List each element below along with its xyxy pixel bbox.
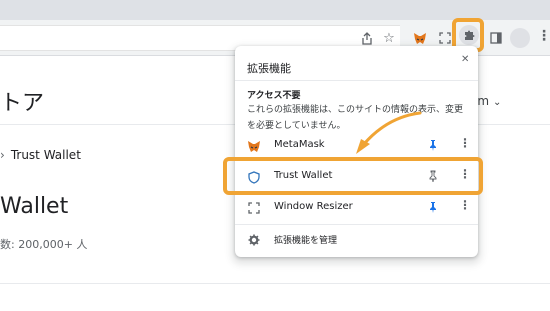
tab-strip [0, 0, 550, 20]
manage-extensions-row[interactable]: 拡張機能を管理 [235, 226, 478, 254]
extensions-puzzle-icon[interactable] [459, 25, 479, 45]
profile-avatar[interactable] [510, 28, 530, 48]
sidebar-icon[interactable] [488, 30, 504, 46]
share-icon[interactable] [359, 30, 375, 46]
pin-icon[interactable] [426, 200, 440, 214]
bookmark-star-icon[interactable]: ☆ [381, 30, 397, 46]
page-title: トア [0, 91, 45, 116]
resize-icon [247, 201, 261, 215]
popup-divider [235, 224, 478, 225]
resize-toolbar-icon[interactable] [437, 30, 453, 46]
more-options-icon[interactable]: ⋮ [459, 199, 471, 211]
gear-icon [247, 233, 261, 247]
breadcrumb: › Trust Wallet [0, 148, 81, 162]
pointer-arrow-icon [356, 111, 422, 154]
popup-divider [235, 80, 478, 81]
chevron-down-icon: ⌄ [493, 97, 502, 108]
manage-extensions-label: 拡張機能を管理 [274, 236, 338, 246]
user-count: 数: 200,000+ 人 [0, 238, 88, 251]
close-icon[interactable]: ✕ [461, 54, 469, 65]
breadcrumb-item[interactable]: Trust Wallet [11, 148, 81, 162]
extension-name: Window Resizer [274, 201, 353, 212]
chrome-menu-icon[interactable]: ⋮ [537, 29, 550, 43]
more-options-icon[interactable]: ⋮ [459, 137, 471, 149]
extension-row-window-resizer[interactable]: Window Resizer ⋮ [235, 194, 478, 222]
content-divider [0, 283, 550, 284]
trust-wallet-highlight [223, 157, 483, 195]
extension-name: MetaMask [274, 139, 325, 150]
pin-icon[interactable] [426, 138, 440, 152]
breadcrumb-separator: › [0, 148, 5, 162]
access-heading: アクセス不要 [247, 91, 301, 101]
metamask-toolbar-icon[interactable] [412, 30, 428, 46]
extension-heading: Wallet [0, 194, 69, 219]
popup-title: 拡張機能 [247, 62, 291, 75]
fox-icon [247, 139, 261, 153]
